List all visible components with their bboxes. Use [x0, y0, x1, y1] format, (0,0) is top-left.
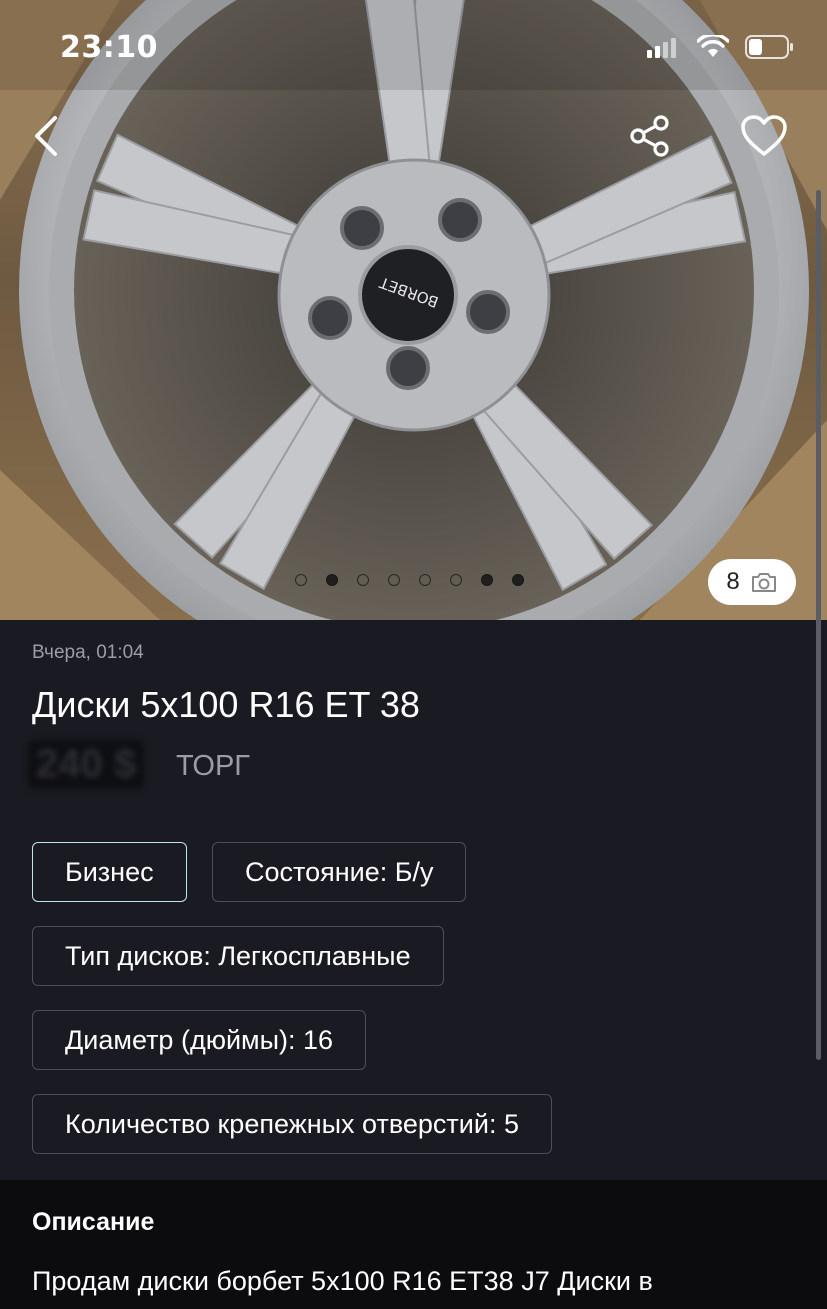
wifi-icon [696, 32, 730, 64]
pagination-dot[interactable] [481, 574, 493, 586]
listing-title: Диски 5x100 R16 ET 38 [32, 684, 420, 725]
battery-icon [745, 34, 795, 65]
pagination-dot[interactable] [388, 574, 400, 586]
negotiable-label: ТОРГ [176, 750, 251, 782]
pagination-dot[interactable] [326, 574, 338, 586]
photo-count-badge[interactable]: 8 [708, 559, 796, 605]
posted-date: Вчера, 01:04 [32, 642, 144, 663]
description-heading: Описание [32, 1208, 155, 1236]
chip-bolt-holes[interactable]: Количество крепежных отверстий: 5 [32, 1094, 552, 1154]
favorite-button[interactable] [736, 108, 792, 164]
description-text: Продам диски борбет 5x100 R16 ET38 J7 Ди… [32, 1266, 653, 1296]
photo-count: 8 [726, 568, 740, 595]
description-section: Описание Продам диски борбет 5x100 R16 E… [0, 1180, 827, 1309]
chevron-left-icon [35, 116, 57, 156]
back-button[interactable] [18, 108, 74, 164]
share-icon [630, 115, 669, 157]
chip-business[interactable]: Бизнес [32, 842, 187, 902]
price: 240 $ [28, 740, 145, 789]
scrollbar[interactable] [816, 190, 821, 1060]
chip-condition[interactable]: Состояние: Б/у [212, 842, 467, 902]
chip-wheel-type[interactable]: Тип дисков: Легкосплавные [32, 926, 444, 986]
share-button[interactable] [622, 108, 678, 164]
pagination-dot[interactable] [357, 574, 369, 586]
signal-icon [647, 36, 681, 63]
gallery-pagination [295, 574, 524, 586]
pagination-dot[interactable] [450, 574, 462, 586]
heart-icon [741, 115, 787, 156]
chip-diameter[interactable]: Диаметр (дюймы): 16 [32, 1010, 367, 1070]
wheel-photo: BORBET [0, 0, 827, 620]
pagination-dot[interactable] [419, 574, 431, 586]
status-icons [647, 32, 795, 65]
pagination-dot[interactable] [295, 574, 307, 586]
camera-icon [751, 573, 776, 592]
status-time: 23:10 [60, 30, 158, 65]
pagination-dot[interactable] [512, 574, 524, 586]
listing-photo[interactable]: BORBET 23:10 8 [0, 0, 827, 620]
listing-details: Вчера, 01:04 Диски 5x100 R16 ET 38 240 $… [0, 620, 827, 1180]
